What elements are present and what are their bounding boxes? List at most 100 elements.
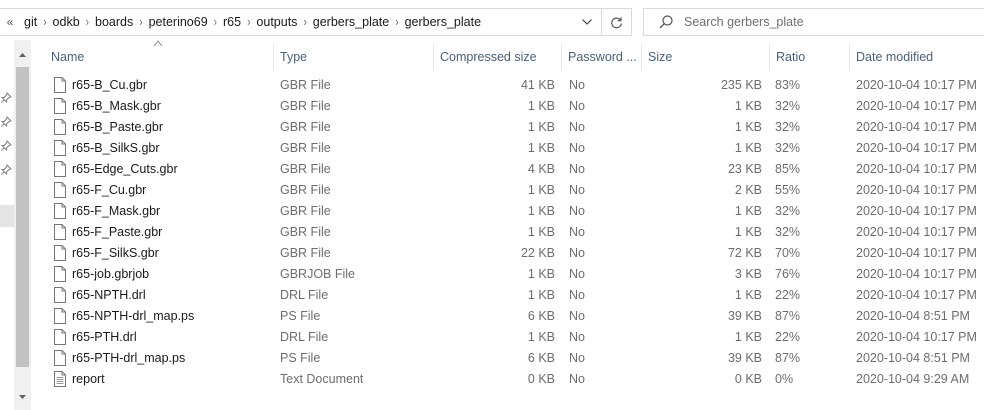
chevron-right-icon[interactable]: › — [139, 15, 142, 29]
column-divider[interactable] — [561, 44, 562, 70]
file-icon — [54, 329, 66, 345]
file-type: DRL File — [280, 288, 329, 302]
file-icon — [54, 119, 66, 135]
breadcrumb-peterino69[interactable]: peterino69 › — [143, 9, 217, 35]
file-date-modified: 2020-10-04 10:17 PM — [856, 99, 977, 113]
breadcrumb-gerbers-plate-parent[interactable]: gerbers_plate › — [307, 9, 399, 35]
file-date-modified: 2020-10-04 10:17 PM — [856, 225, 977, 239]
breadcrumb-git[interactable]: git › — [18, 9, 47, 35]
file-row[interactable]: r65-F_Paste.gbr GBR File 1 KB No 1 KB 32% 2020… — [48, 222, 984, 243]
address-history-dropdown[interactable] — [573, 9, 601, 35]
breadcrumb-overflow-button[interactable]: « — [2, 15, 18, 29]
file-icon — [54, 266, 66, 282]
file-name: r65-job.gbrjob — [72, 267, 150, 281]
file-row[interactable]: r65-PTH.drl DRL File 1 KB No 1 KB 22% 2020-10-… — [48, 327, 984, 348]
scroll-down-button[interactable] — [14, 390, 31, 404]
file-ratio: 55% — [775, 183, 801, 197]
column-header-compressed-size[interactable]: Compressed size — [440, 44, 558, 70]
file-password: No — [569, 225, 585, 239]
scroll-up-button[interactable] — [14, 48, 31, 62]
chevron-right-icon[interactable]: › — [214, 15, 217, 29]
navigation-scrollbar[interactable] — [14, 40, 31, 410]
nav-selected-item[interactable] — [0, 205, 14, 227]
file-password: No — [569, 246, 585, 260]
breadcrumb-outputs[interactable]: outputs › — [250, 9, 306, 35]
file-size: 3 KB — [734, 267, 762, 281]
file-row[interactable]: r65-Edge_Cuts.gbr GBR File 4 KB No 23 KB 85% 2… — [48, 159, 984, 180]
address-bar[interactable]: « git › odkb › boards › peterino69 › r65 › ou… — [0, 8, 602, 36]
chevron-right-icon[interactable]: › — [303, 15, 306, 29]
column-divider[interactable] — [433, 44, 434, 70]
file-row[interactable]: r65-NPTH-drl_map.ps PS File 6 KB No 39 KB 87%… — [48, 306, 984, 327]
column-header-date-modified[interactable]: Date modified — [856, 44, 984, 70]
file-name: r65-B_Cu.gbr — [72, 78, 148, 92]
file-row[interactable]: r65-B_Mask.gbr GBR File 1 KB No 1 KB 32% 2020-… — [48, 96, 984, 117]
file-password: No — [569, 330, 585, 344]
file-name: r65-PTH-drl_map.ps — [72, 351, 186, 365]
file-icon — [54, 287, 66, 303]
chevron-right-icon[interactable]: › — [43, 15, 46, 29]
file-row[interactable]: r65-job.gbrjob GBRJOB File 1 KB No 3 KB 76% 20… — [48, 264, 984, 285]
file-compressed-size: 1 KB — [527, 99, 555, 113]
scrollbar-thumb[interactable] — [16, 67, 29, 367]
file-row[interactable]: r65-B_SilkS.gbr GBR File 1 KB No 1 KB 32% 2020… — [48, 138, 984, 159]
refresh-button[interactable] — [602, 8, 632, 36]
file-compressed-size: 1 KB — [527, 204, 555, 218]
file-size: 1 KB — [734, 288, 762, 302]
search-input[interactable] — [684, 15, 974, 29]
file-compressed-size: 1 KB — [527, 120, 555, 134]
breadcrumb-gerbers-plate-current[interactable]: gerbers_plate — [399, 9, 487, 35]
file-icon — [54, 308, 66, 324]
pin-icon[interactable] — [1, 116, 12, 127]
file-ratio: 0% — [775, 372, 794, 386]
file-row[interactable]: r65-F_Cu.gbr GBR File 1 KB No 2 KB 55% 2020-10… — [48, 180, 984, 201]
file-size: 1 KB — [734, 204, 762, 218]
column-divider[interactable] — [769, 44, 770, 70]
column-divider[interactable] — [849, 44, 850, 70]
file-ratio: 83% — [775, 78, 801, 92]
column-divider[interactable] — [641, 44, 642, 70]
file-password: No — [569, 99, 585, 113]
file-ratio: 32% — [775, 204, 801, 218]
column-header-type[interactable]: Type — [280, 44, 430, 70]
file-password: No — [569, 351, 585, 365]
file-size: 235 KB — [720, 78, 762, 92]
file-row[interactable]: r65-B_Paste.gbr GBR File 1 KB No 1 KB 32% 2020… — [48, 117, 984, 138]
search-box[interactable] — [643, 8, 984, 36]
file-row[interactable]: r65-PTH-drl_map.ps PS File 6 KB No 39 KB 87% 2… — [48, 348, 984, 369]
column-header-ratio[interactable]: Ratio — [776, 44, 846, 70]
file-size: 1 KB — [734, 120, 762, 134]
file-name: r65-B_SilkS.gbr — [72, 141, 160, 155]
search-icon — [659, 15, 673, 29]
file-row[interactable]: r65-B_Cu.gbr GBR File 41 KB No 235 KB 83% 2020… — [48, 75, 984, 96]
breadcrumb-r65[interactable]: r65 › — [217, 9, 250, 35]
file-size: 2 KB — [734, 183, 762, 197]
file-size: 1 KB — [734, 330, 762, 344]
column-header-password[interactable]: Password ... — [568, 44, 640, 70]
column-header-size[interactable]: Size — [648, 44, 766, 70]
column-header-name[interactable]: Name — [51, 44, 271, 70]
column-divider[interactable] — [273, 44, 274, 70]
file-password: No — [569, 267, 585, 281]
file-date-modified: 2020-10-04 10:17 PM — [856, 330, 977, 344]
file-name: report — [72, 372, 105, 386]
file-row[interactable]: r65-NPTH.drl DRL File 1 KB No 1 KB 22% 2020-10… — [48, 285, 984, 306]
text-document-icon — [54, 371, 66, 387]
file-date-modified: 2020-10-04 9:29 AM — [856, 372, 970, 386]
file-type: PS File — [280, 351, 321, 365]
pin-icon[interactable] — [1, 164, 12, 175]
breadcrumb-odkb[interactable]: odkb › — [47, 9, 89, 35]
chevron-right-icon[interactable]: › — [247, 15, 250, 29]
pin-icon[interactable] — [1, 140, 12, 151]
file-row[interactable]: r65-F_Mask.gbr GBR File 1 KB No 1 KB 32% 2020-… — [48, 201, 984, 222]
file-row[interactable]: r65-F_SilkS.gbr GBR File 22 KB No 72 KB 70% 20… — [48, 243, 984, 264]
file-ratio: 70% — [775, 246, 801, 260]
chevron-right-icon[interactable]: › — [395, 15, 398, 29]
file-date-modified: 2020-10-04 10:17 PM — [856, 288, 977, 302]
breadcrumb-boards[interactable]: boards › — [89, 9, 143, 35]
file-row[interactable]: report Text Document 0 KB No 0 KB 0% 2020-10-0… — [48, 369, 984, 390]
chevron-right-icon[interactable]: › — [86, 15, 89, 29]
pin-icon[interactable] — [1, 92, 12, 103]
file-icon — [54, 224, 66, 240]
file-size: 1 KB — [734, 225, 762, 239]
